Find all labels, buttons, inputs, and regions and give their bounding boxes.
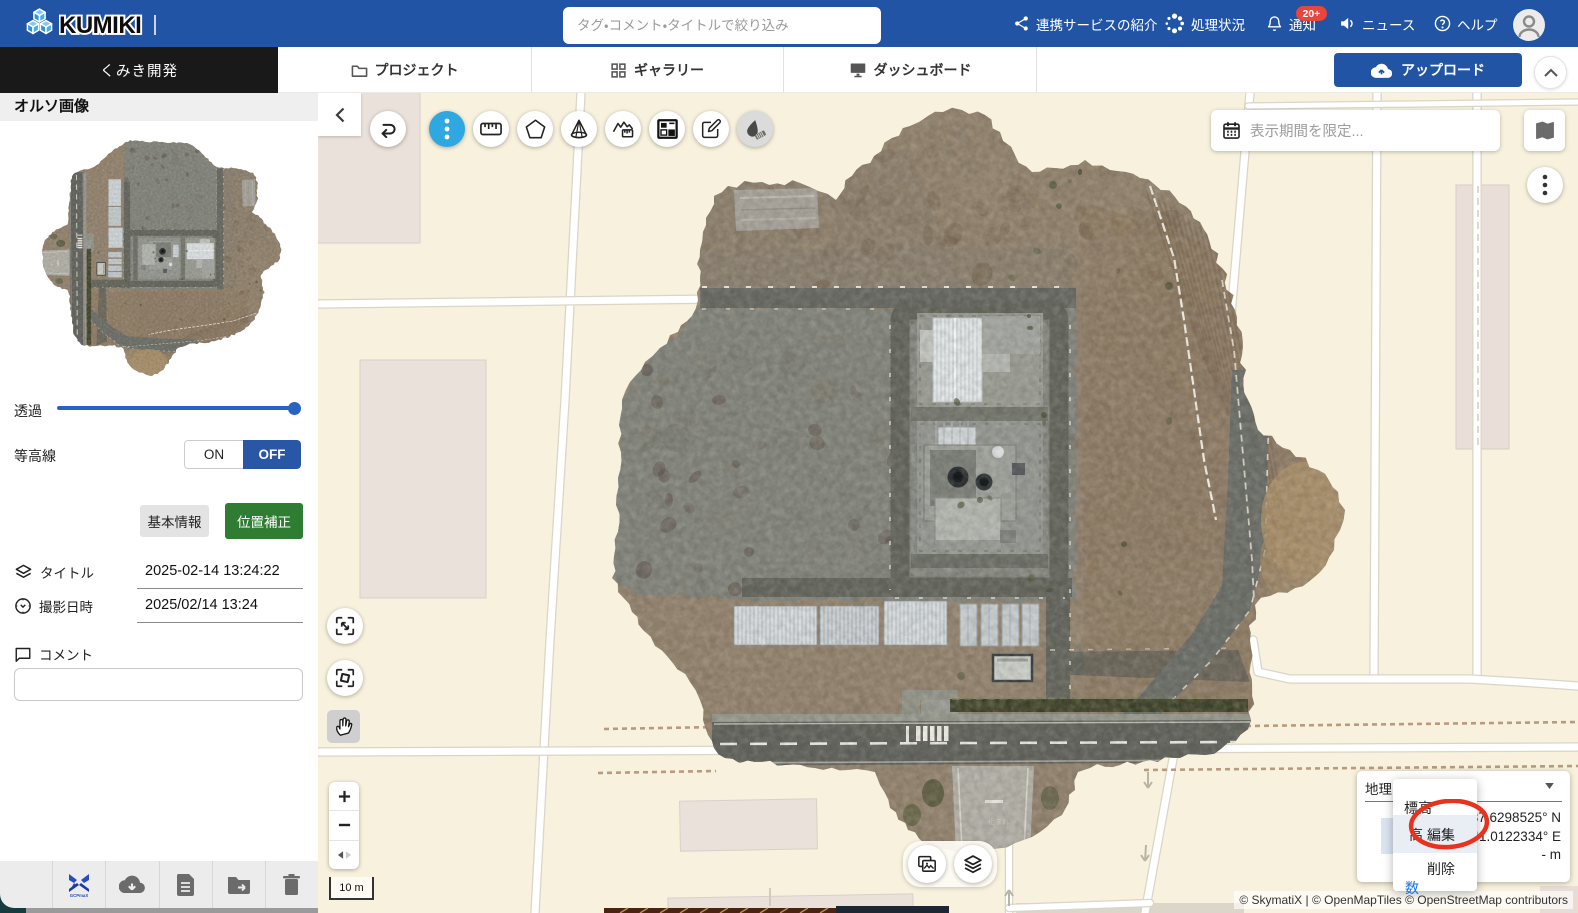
svg-text:GCPmaX: GCPmaX <box>70 893 89 898</box>
svg-text:KUMIKI: KUMIKI <box>59 12 141 39</box>
